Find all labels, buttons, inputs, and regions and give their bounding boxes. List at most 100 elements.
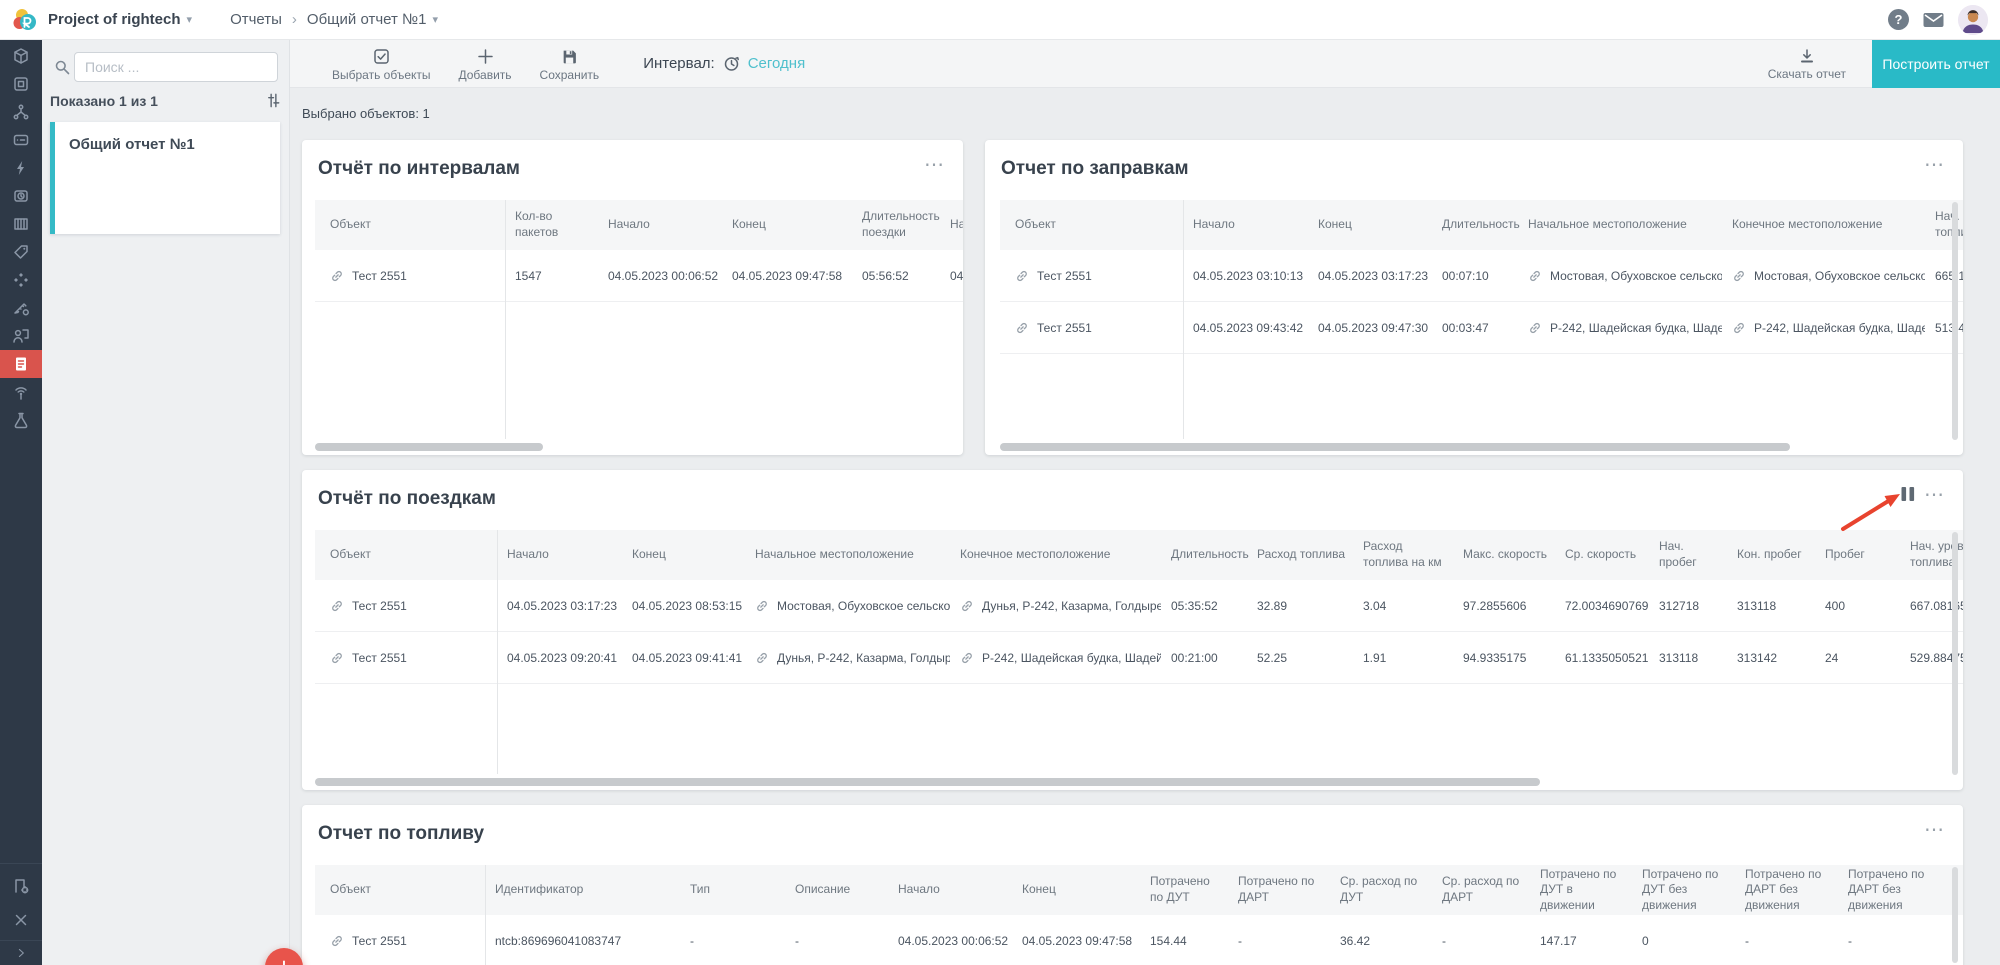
table-cell: 1547 [505, 250, 598, 301]
table-cell: ntcb:869696041083747 [485, 915, 680, 965]
column-header: Кон. пробег [1727, 530, 1815, 580]
table-body: Тест 2551ntcb:869696041083747 - - 04.05.202… [315, 915, 1963, 965]
table-cell: 32.89 [1247, 580, 1353, 631]
interval-control: Интервал: Сегодня [643, 55, 805, 72]
location-link[interactable]: Мостовая, Обуховское сельское ... [1722, 250, 1925, 301]
sidebar-item-reports[interactable] [0, 350, 42, 378]
sidebar-item-antenna[interactable] [0, 378, 42, 406]
link-icon [960, 599, 974, 613]
object-link[interactable]: Тест 2551 [315, 250, 505, 301]
sidebar-item-satellite[interactable] [0, 266, 42, 294]
search-input[interactable] [74, 52, 278, 82]
link-icon [330, 934, 344, 948]
table-cell: 313118 [1649, 632, 1727, 683]
column-header: Начало [1183, 200, 1308, 250]
link-icon [330, 599, 344, 613]
save-button[interactable]: Сохранить [526, 44, 614, 84]
frozen-column-divider [497, 530, 498, 774]
more-menu-icon[interactable]: ⋯ [1920, 480, 1949, 509]
report-toolbar: Выбрать объекты Добавить Сохранить Интер… [290, 40, 2000, 88]
horizontal-scrollbar[interactable] [1000, 443, 1790, 451]
sidebar-item-doc-settings[interactable] [0, 872, 42, 900]
table-cell: - [785, 915, 888, 965]
link-icon [1528, 321, 1542, 335]
sidebar-item-tools[interactable] [0, 906, 42, 934]
sidebar-item-columns[interactable] [0, 210, 42, 238]
interval-value-link[interactable]: Сегодня [748, 55, 806, 72]
help-icon[interactable]: ? [1888, 9, 1909, 30]
table-cell: 61.13350505219 [1555, 632, 1649, 683]
more-menu-icon[interactable]: ⋯ [1920, 150, 1949, 179]
column-header: Конечное местоположение [1722, 200, 1925, 250]
sidebar-item-flask[interactable] [0, 406, 42, 434]
column-header: Потрачено по ДАРТ без движения [1838, 865, 1948, 915]
object-link[interactable]: Тест 2551 [1000, 302, 1183, 353]
table-cell: 97.2855606 [1453, 580, 1555, 631]
location-link[interactable]: Р-242, Шадейская будка, Шадейс... [1518, 302, 1722, 353]
vertical-scrollbar[interactable] [1952, 532, 1958, 775]
sidebar-item-frame[interactable] [0, 70, 42, 98]
column-header: Описание [785, 865, 888, 915]
location-link[interactable]: Р-242, Шадейская будка, Шадейс... [950, 632, 1161, 683]
horizontal-scrollbar[interactable] [315, 778, 1540, 786]
pause-updates-icon[interactable] [1899, 485, 1917, 503]
top-bar: Project of rightech ▾ Отчеты › Общий отч… [0, 0, 2000, 40]
location-link[interactable]: Дунья, Р-242, Казарма, Голдырев... [745, 632, 950, 683]
vertical-scrollbar[interactable] [1952, 867, 1958, 963]
object-link[interactable]: Тест 2551 [1000, 250, 1183, 301]
mail-icon[interactable] [1923, 12, 1944, 28]
vertical-scrollbar[interactable] [1952, 202, 1958, 440]
sidebar-item-tag[interactable] [0, 238, 42, 266]
select-objects-button[interactable]: Выбрать объекты [318, 44, 445, 84]
more-menu-icon[interactable]: ⋯ [920, 150, 949, 179]
build-report-button[interactable]: Построить отчет [1872, 40, 2000, 88]
column-header: Потрачено по ДУТ [1140, 865, 1228, 915]
sidebar-item-snapshot[interactable] [0, 182, 42, 210]
location-link[interactable]: Мостовая, Обуховское сельское ... [1518, 250, 1722, 301]
report-table: ОбъектНачалоКонецНачальное местоположени… [315, 530, 1963, 790]
table-cell: 04.05.2023 08:53:15 [622, 580, 745, 631]
breadcrumb-section[interactable]: Отчеты [230, 11, 282, 28]
object-link[interactable]: Тест 2551 [315, 915, 485, 965]
selected-objects-label: Выбрано объектов: 1 [302, 106, 430, 121]
download-report-button[interactable]: Скачать отчет [1742, 44, 1872, 83]
card-title: Отчет по топливу [318, 823, 484, 845]
sidebar-item-terminal[interactable] [0, 126, 42, 154]
table-cell: - [1432, 915, 1530, 965]
horizontal-scrollbar[interactable] [315, 443, 543, 451]
table-cell: 3.04 [1353, 580, 1453, 631]
project-selector[interactable]: Project of rightech ▾ [48, 11, 192, 28]
sidebar-item-bolt[interactable] [0, 154, 42, 182]
location-link[interactable]: Мостовая, Обуховское сельское ... [745, 580, 950, 631]
location-link[interactable]: Р-242, Шадейская будка, Шадейс... [1722, 302, 1925, 353]
chevron-down-icon: ▾ [187, 13, 193, 26]
table-cell: 312718 [1649, 580, 1727, 631]
column-header: Потрачено по ДУТ без движения [1632, 865, 1735, 915]
breadcrumb-page-selector[interactable]: Общий отчет №1 ▾ [307, 11, 438, 28]
object-link[interactable]: Тест 2551 [315, 632, 497, 683]
object-link[interactable]: Тест 2551 [315, 580, 497, 631]
table-cell: 00:03:47 [1432, 302, 1518, 353]
table-cell: 04.05.2023 09:47:58 [1012, 915, 1140, 965]
sidebar-expand-button[interactable] [0, 940, 42, 965]
report-list-item[interactable]: Общий отчет №1 [50, 122, 280, 234]
link-icon [1015, 321, 1029, 335]
sidebar-item-objects[interactable] [0, 42, 42, 70]
more-menu-icon[interactable]: ⋯ [1920, 815, 1949, 844]
report-table: ОбъектКол-во пакетовНачалоКонецДлительно… [315, 200, 963, 455]
sidebar-item-geo-tools[interactable] [0, 294, 42, 322]
rightech-logo-icon [12, 7, 38, 33]
table-body: Тест 255104.05.2023 03:10:1304.05.2023 0… [1000, 250, 1963, 354]
avatar[interactable] [1958, 5, 1988, 35]
sidebar-item-hierarchy[interactable] [0, 98, 42, 126]
filter-sliders-icon[interactable] [265, 92, 282, 109]
column-header: Длительность [1432, 200, 1518, 250]
report-name: Общий отчет №1 [55, 122, 280, 153]
sidebar-item-driver-doc[interactable] [0, 322, 42, 350]
report-table: ОбъектНачалоКонецДлительностьНачальное м… [1000, 200, 1963, 455]
location-link[interactable]: Дунья, Р-242, Казарма, Голдырев... [950, 580, 1161, 631]
app-window: Project of rightech ▾ Отчеты › Общий отч… [0, 0, 2000, 965]
table-cell: 154.44 [1140, 915, 1228, 965]
table-cell: 04.05.2023 00:06:52 [598, 250, 722, 301]
add-button[interactable]: Добавить [445, 44, 526, 84]
